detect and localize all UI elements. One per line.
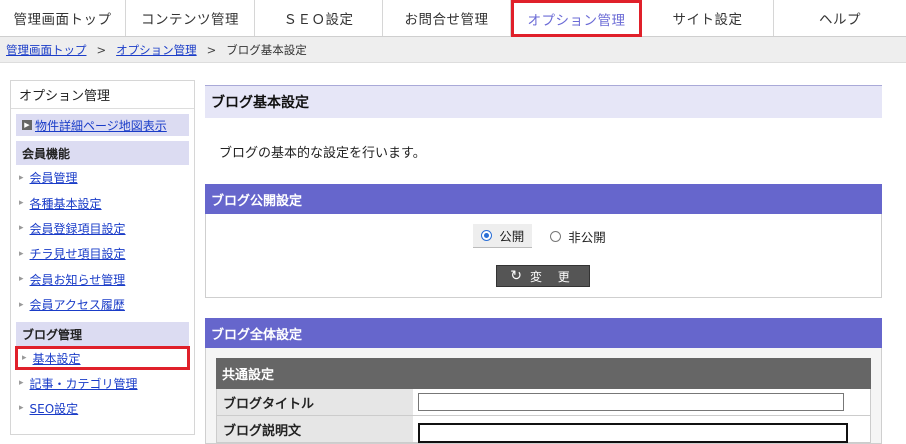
publish-settings-heading: ブログ公開設定 bbox=[205, 184, 882, 214]
chevron-right-icon: ▸ bbox=[19, 274, 24, 285]
blog-title-input[interactable] bbox=[418, 393, 844, 411]
common-settings-heading: 共通設定 bbox=[216, 358, 871, 389]
sidebar-item-label[interactable]: チラ見せ項目設定 bbox=[30, 245, 126, 262]
publish-settings-panel: 公開 非公開 ↻ 変 更 bbox=[205, 214, 882, 298]
sidebar-item-label[interactable]: 基本設定 bbox=[33, 350, 81, 367]
sidebar-item-access-history[interactable]: ▸ 会員アクセス履歴 bbox=[11, 292, 194, 317]
chevron-right-icon: ▸ bbox=[19, 403, 24, 414]
radio-checked-icon[interactable] bbox=[481, 230, 493, 241]
chevron-right-icon: ▸ bbox=[19, 198, 24, 209]
sidebar-item-registration-fields[interactable]: ▸ 会員登録項目設定 bbox=[11, 216, 194, 241]
field-value-cell bbox=[413, 389, 870, 415]
sidebar-item-label[interactable]: SEO設定 bbox=[30, 400, 79, 417]
breadcrumb: 管理画面トップ > オプション管理 > ブログ基本設定 bbox=[0, 37, 906, 63]
chevron-right-icon: ▸ bbox=[22, 353, 27, 364]
sidebar-item-label[interactable]: 会員アクセス履歴 bbox=[30, 296, 125, 313]
top-navigation: 管理画面トップ コンテンツ管理 ＳＥＯ設定 お問合せ管理 オプション管理 サイト… bbox=[0, 0, 906, 37]
refresh-icon: ↻ bbox=[510, 268, 522, 284]
breadcrumb-link-admin-top[interactable]: 管理画面トップ bbox=[6, 42, 87, 58]
sidebar-item-label[interactable]: 会員登録項目設定 bbox=[30, 220, 126, 237]
change-button-label: 変 更 bbox=[529, 269, 576, 284]
tab-site-settings[interactable]: サイト設定 bbox=[642, 0, 774, 36]
chevron-right-icon: ▸ bbox=[19, 248, 24, 259]
breadcrumb-separator: > bbox=[96, 42, 107, 57]
sidebar-item-basic-settings[interactable]: ▸ 各種基本設定 bbox=[11, 190, 194, 215]
sidebar-item-map-display[interactable]: ▶ 物件詳細ページ地図表示 bbox=[16, 114, 189, 136]
sidebar: オプション管理 ▶ 物件詳細ページ地図表示 会員機能 ▸ 会員管理 ▸ 各種基本設定… bbox=[10, 80, 195, 435]
breadcrumb-separator: > bbox=[206, 42, 217, 57]
blog-all-settings-heading: ブログ全体設定 bbox=[205, 318, 882, 348]
chevron-right-icon: ▸ bbox=[19, 172, 24, 183]
sidebar-item-label[interactable]: 会員お知らせ管理 bbox=[30, 271, 126, 288]
form-row-blog-description: ブログ説明文 bbox=[216, 416, 871, 443]
sidebar-item-label[interactable]: 記事・カテゴリ管理 bbox=[30, 375, 138, 392]
sidebar-item-label[interactable]: 物件詳細ページ地図表示 bbox=[35, 117, 167, 134]
breadcrumb-link-option-management[interactable]: オプション管理 bbox=[116, 42, 197, 58]
sidebar-item-member-notices[interactable]: ▸ 会員お知らせ管理 bbox=[11, 267, 194, 292]
sidebar-item-articles-categories[interactable]: ▸ 記事・カテゴリ管理 bbox=[11, 370, 194, 395]
radio-label: 公開 bbox=[499, 229, 525, 244]
main-content: ブログ基本設定 ブログの基本的な設定を行います。 ブログ公開設定 公開 非公開 … bbox=[205, 85, 882, 444]
tab-admin-top[interactable]: 管理画面トップ bbox=[0, 0, 126, 36]
radio-label: 非公開 bbox=[568, 229, 606, 245]
sidebar-title: オプション管理 bbox=[11, 81, 194, 109]
chevron-right-icon: ▸ bbox=[19, 299, 24, 310]
sidebar-item-label[interactable]: 会員管理 bbox=[30, 169, 78, 186]
field-label: ブログタイトル bbox=[217, 389, 413, 415]
field-value-cell bbox=[413, 416, 870, 443]
change-button[interactable]: ↻ 変 更 bbox=[496, 265, 590, 287]
sidebar-section-blog: ブログ管理 bbox=[16, 322, 189, 347]
breadcrumb-current: ブログ基本設定 bbox=[226, 42, 307, 57]
radio-public[interactable]: 公開 bbox=[473, 224, 533, 248]
tab-help[interactable]: ヘルプ bbox=[774, 0, 906, 36]
chevron-right-icon: ▸ bbox=[19, 223, 24, 234]
sidebar-item-blog-basic-settings[interactable]: ▸ 基本設定 bbox=[15, 346, 190, 371]
sidebar-item-preview-fields[interactable]: ▸ チラ見せ項目設定 bbox=[11, 241, 194, 266]
page-title: ブログ基本設定 bbox=[205, 85, 882, 118]
radio-private[interactable]: 非公開 bbox=[542, 224, 614, 248]
form-row-blog-title: ブログタイトル bbox=[216, 389, 871, 416]
radio-unchecked-icon[interactable] bbox=[550, 230, 562, 242]
tab-content-management[interactable]: コンテンツ管理 bbox=[126, 0, 255, 36]
tab-seo-settings[interactable]: ＳＥＯ設定 bbox=[255, 0, 383, 36]
tab-inquiry-management[interactable]: お問合せ管理 bbox=[383, 0, 511, 36]
blog-description-textarea[interactable] bbox=[418, 423, 848, 443]
sidebar-item-label[interactable]: 各種基本設定 bbox=[30, 195, 102, 212]
blog-all-settings-panel: 共通設定 ブログタイトル ブログ説明文 bbox=[205, 348, 882, 444]
field-label: ブログ説明文 bbox=[217, 416, 413, 442]
chevron-right-icon: ▸ bbox=[19, 378, 24, 389]
publish-radio-group: 公開 非公開 bbox=[206, 224, 881, 248]
sidebar-item-blog-seo[interactable]: ▸ SEO設定 bbox=[11, 396, 194, 421]
sidebar-item-member-management[interactable]: ▸ 会員管理 bbox=[11, 165, 194, 190]
page-description: ブログの基本的な設定を行います。 bbox=[219, 145, 426, 161]
play-icon: ▶ bbox=[22, 120, 32, 130]
sidebar-section-membership: 会員機能 bbox=[16, 141, 189, 165]
tab-option-management[interactable]: オプション管理 bbox=[511, 0, 642, 37]
